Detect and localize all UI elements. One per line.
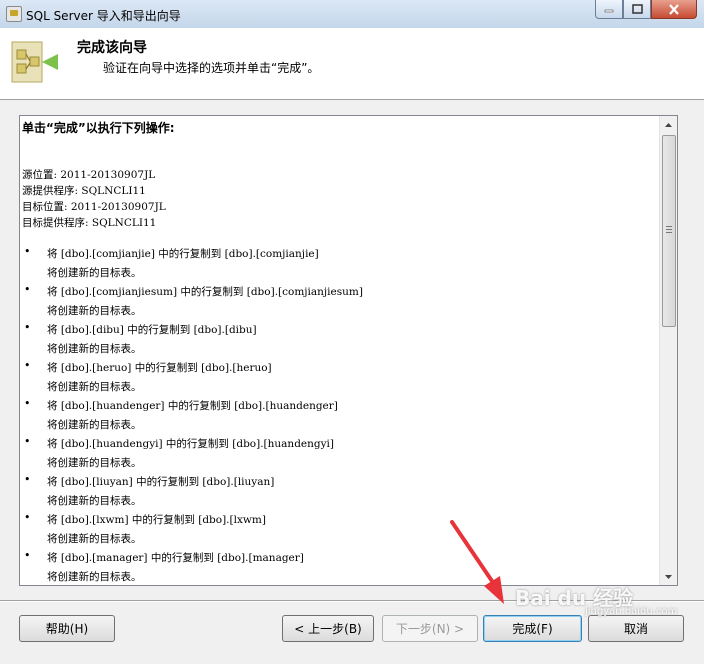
close-button[interactable] <box>651 0 697 19</box>
arrow-down-icon <box>665 574 672 579</box>
operation-note: 将创建新的目标表。 <box>47 419 142 431</box>
title-bar: SQL Server 导入和导出向导 <box>0 0 704 29</box>
operation-action: 将 [dbo].[liuyan] 中的行复制到 [dbo].[liuyan] <box>47 476 275 488</box>
bullet-icon: • <box>24 245 31 258</box>
operation-note: 将创建新的目标表。 <box>47 305 142 317</box>
scroll-down-button[interactable] <box>660 568 677 585</box>
window-controls <box>595 0 697 19</box>
watermark-brand: Bai du 经验 <box>515 586 634 610</box>
operation-note: 将创建新的目标表。 <box>47 571 142 583</box>
finish-button[interactable]: 完成(F) <box>483 615 582 642</box>
bullet-icon: • <box>24 473 31 486</box>
operation-action: 将 [dbo].[huandenger] 中的行复制到 [dbo].[huand… <box>47 400 338 412</box>
summary-textbox[interactable]: 单击“完成”以执行下列操作: 源位置: 2011-20130907JL 源提供程… <box>19 115 678 586</box>
list-item: • 将 [dbo].[liuyan] 中的行复制到 [dbo].[liuyan]… <box>22 473 662 511</box>
vertical-scrollbar[interactable] <box>659 116 677 585</box>
minimize-icon <box>604 9 614 13</box>
bullet-icon: • <box>24 549 31 562</box>
bullet-icon: • <box>24 435 31 448</box>
bullet-icon: • <box>24 321 31 334</box>
list-item: • 将 [dbo].[comjianjie] 中的行复制到 [dbo].[com… <box>22 245 662 283</box>
list-item: • 将 [dbo].[manager] 中的行复制到 [dbo].[manage… <box>22 549 662 585</box>
bullet-icon: • <box>24 283 31 296</box>
window-title: SQL Server 导入和导出向导 <box>26 9 181 23</box>
list-item: • 将 [dbo].[heruo] 中的行复制到 [dbo].[heruo] 将… <box>22 359 662 397</box>
page-description: 验证在向导中选择的选项并单击“完成”。 <box>103 61 320 75</box>
bullet-icon: • <box>24 359 31 372</box>
operation-action: 将 [dbo].[manager] 中的行复制到 [dbo].[manager] <box>47 552 304 564</box>
bullet-icon: • <box>24 511 31 524</box>
summary-heading: 单击“完成”以执行下列操作: <box>22 121 175 135</box>
operation-note: 将创建新的目标表。 <box>47 343 142 355</box>
operation-action: 将 [dbo].[huandengyi] 中的行复制到 [dbo].[huand… <box>47 438 335 450</box>
help-button[interactable]: 帮助(H) <box>19 615 115 642</box>
list-item: • 将 [dbo].[huandengyi] 中的行复制到 [dbo].[hua… <box>22 435 662 473</box>
list-item: • 将 [dbo].[comjianjiesum] 中的行复制到 [dbo].[… <box>22 283 662 321</box>
wizard-header: 完成该向导 验证在向导中选择的选项并单击“完成”。 <box>0 28 704 100</box>
maximize-button[interactable] <box>623 0 651 19</box>
page-title: 完成该向导 <box>77 40 147 56</box>
operation-action: 将 [dbo].[comjianjie] 中的行复制到 [dbo].[comji… <box>47 248 319 260</box>
arrow-up-icon <box>665 122 672 127</box>
operation-note: 将创建新的目标表。 <box>47 457 142 469</box>
summary-content: 单击“完成”以执行下列操作: 源位置: 2011-20130907JL 源提供程… <box>22 119 662 585</box>
app-icon <box>6 6 22 22</box>
list-item: • 将 [dbo].[huandenger] 中的行复制到 [dbo].[hua… <box>22 397 662 435</box>
cancel-button[interactable]: 取消 <box>588 615 684 642</box>
operation-note: 将创建新的目标表。 <box>47 533 142 545</box>
operation-action: 将 [dbo].[lxwm] 中的行复制到 [dbo].[lxwm] <box>47 514 266 526</box>
list-item: • 将 [dbo].[lxwm] 中的行复制到 [dbo].[lxwm] 将创建… <box>22 511 662 549</box>
next-button[interactable]: 下一步(N) > <box>382 615 478 642</box>
list-item: • 将 [dbo].[dibu] 中的行复制到 [dbo].[dibu] 将创建… <box>22 321 662 359</box>
grip-icon <box>666 226 672 235</box>
source-provider: 源提供程序: SQLNCLI11 <box>22 185 146 197</box>
footer-divider <box>0 600 704 602</box>
scroll-up-button[interactable] <box>660 116 677 133</box>
bullet-icon: • <box>24 397 31 410</box>
destination-provider: 目标提供程序: SQLNCLI11 <box>22 217 157 229</box>
operation-action: 将 [dbo].[dibu] 中的行复制到 [dbo].[dibu] <box>47 324 257 336</box>
maximize-icon <box>631 4 643 14</box>
close-icon <box>669 3 679 15</box>
back-button[interactable]: < 上一步(B) <box>282 615 374 642</box>
destination-location: 目标位置: 2011-20130907JL <box>22 201 166 213</box>
operation-action: 将 [dbo].[comjianjiesum] 中的行复制到 [dbo].[co… <box>47 286 363 298</box>
operation-note: 将创建新的目标表。 <box>47 381 142 393</box>
scroll-thumb[interactable] <box>662 135 676 327</box>
wizard-icon <box>11 41 58 83</box>
operation-note: 将创建新的目标表。 <box>47 495 142 507</box>
minimize-button[interactable] <box>595 0 623 19</box>
operation-action: 将 [dbo].[heruo] 中的行复制到 [dbo].[heruo] <box>47 362 272 374</box>
operation-note: 将创建新的目标表。 <box>47 267 142 279</box>
source-location: 源位置: 2011-20130907JL <box>22 169 156 181</box>
